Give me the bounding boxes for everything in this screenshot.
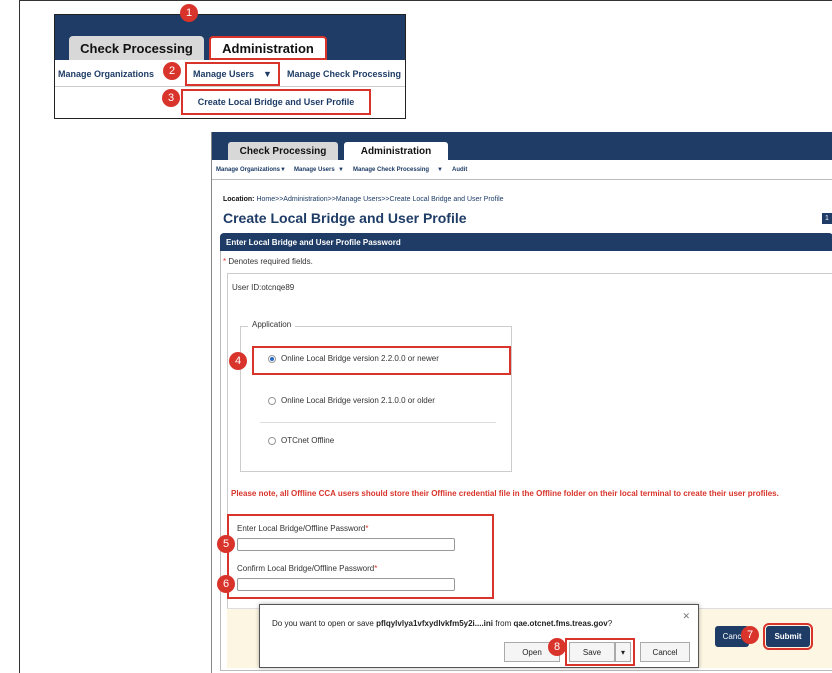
radio-selected-icon	[268, 354, 276, 363]
chevron-down-icon: ▼	[338, 167, 344, 173]
step-badge-1: 1	[180, 4, 198, 22]
step-badge-3: 3	[162, 89, 180, 107]
menu-manage-check-processing[interactable]: Manage Check Processing	[353, 167, 429, 173]
menu-manage-organizations[interactable]: Manage Organizations	[216, 167, 280, 173]
chevron-down-icon: ▼	[437, 167, 443, 173]
radio-otcnet-offline[interactable]: OTCnet Offline	[268, 436, 334, 445]
location-label: Location:	[223, 196, 255, 203]
location-path[interactable]: Home>>Administration>>Manage Users>>Crea…	[256, 196, 503, 203]
step-badge-8: 8	[548, 638, 566, 656]
step-badge-5: 5	[217, 535, 235, 553]
offline-warning: Please note, all Offline CCA users shoul…	[231, 489, 779, 498]
radio-label: Online Local Bridge version 2.1.0.0 or o…	[281, 396, 435, 405]
tab-check-processing[interactable]: Check Processing	[69, 36, 204, 60]
menu-manage-organizations[interactable]: Manage Organizations	[58, 69, 154, 79]
highlight-manage-users	[185, 62, 280, 86]
menu-audit[interactable]: Audit	[452, 167, 467, 173]
password-label: Enter Local Bridge/Offline Password*	[237, 524, 369, 533]
step-badge-6: 6	[217, 575, 235, 593]
tab-administration[interactable]: Administration	[344, 142, 448, 160]
radio-icon	[268, 396, 276, 405]
password-input[interactable]	[237, 538, 455, 551]
step-badge-2: 2	[163, 62, 181, 80]
application-legend: Application	[248, 320, 296, 329]
confirm-password-input[interactable]	[237, 578, 455, 591]
tab-check-processing[interactable]: Check Processing	[228, 142, 338, 160]
download-dialog: Do you want to open or save pflqylvlya1v…	[259, 604, 699, 668]
dialog-message: Do you want to open or save pflqylvlya1v…	[272, 619, 613, 628]
menu-manage-users[interactable]: Manage Users	[294, 167, 335, 173]
confirm-password-label: Confirm Local Bridge/Offline Password*	[237, 564, 378, 573]
page-number: 1	[822, 213, 832, 224]
page-title: Create Local Bridge and User Profile	[223, 210, 467, 226]
menu-create-local-bridge[interactable]: Create Local Bridge and User Profile	[181, 89, 371, 115]
radio-label: OTCnet Offline	[281, 436, 335, 445]
nav-inset: Check Processing Administration Manage O…	[54, 14, 406, 119]
radio-label: Online Local Bridge version 2.2.0.0 or n…	[281, 354, 439, 363]
breadcrumb: Location: Home>>Administration>>Manage U…	[223, 196, 504, 203]
radio-online-old[interactable]: Online Local Bridge version 2.1.0.0 or o…	[268, 396, 435, 405]
required-star: *	[223, 257, 227, 266]
radio-online-new[interactable]: Online Local Bridge version 2.2.0.0 or n…	[268, 354, 439, 363]
user-id: User ID:otcnqe89	[232, 283, 295, 292]
inset-tabbar: Check Processing Administration	[55, 15, 405, 60]
submit-button[interactable]: Submit	[763, 623, 813, 650]
chevron-down-icon: ▼	[280, 167, 286, 173]
tab-administration[interactable]: Administration	[209, 36, 327, 60]
radio-icon	[268, 436, 276, 445]
main-menu: Manage Organizations ▼ Manage Users ▼ Ma…	[212, 160, 832, 180]
menu-manage-check-processing[interactable]: Manage Check Processing	[287, 69, 401, 79]
main-screen: Check Processing Administration Manage O…	[211, 132, 832, 673]
step-badge-4: 4	[229, 352, 247, 370]
chevron-down-icon[interactable]: ▾	[615, 642, 631, 662]
required-note: * Denotes required fields.	[223, 257, 313, 266]
save-button[interactable]: Save	[569, 642, 615, 662]
dialog-cancel-button[interactable]: Cancel	[640, 642, 690, 662]
section-header: Enter Local Bridge and User Profile Pass…	[220, 233, 832, 251]
close-icon[interactable]: ✕	[682, 611, 690, 622]
step-badge-7: 7	[741, 626, 759, 644]
divider	[260, 422, 496, 423]
main-tabbar: Check Processing Administration	[212, 132, 832, 160]
